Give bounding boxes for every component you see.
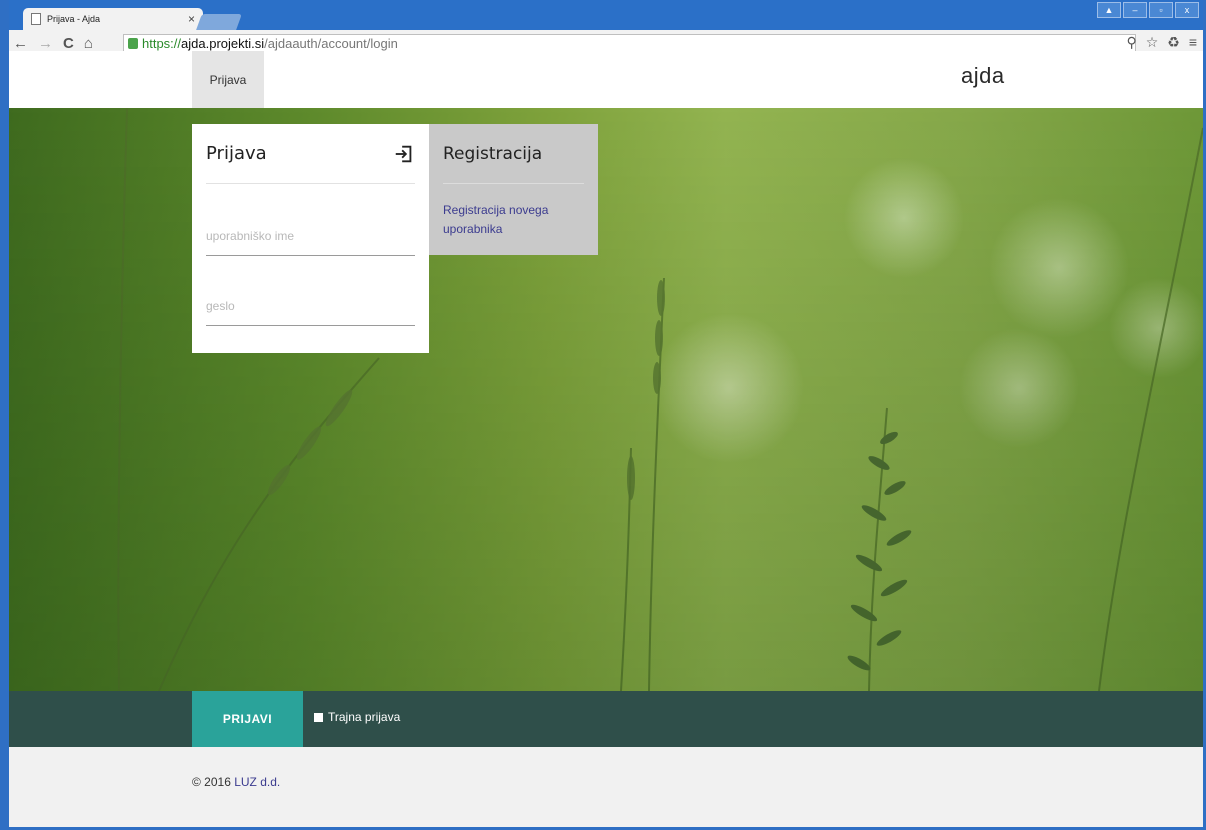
user-profile-icon[interactable]: ▲ bbox=[1097, 2, 1121, 18]
bookmark-star-icon[interactable]: ☆ bbox=[1146, 34, 1159, 51]
minimize-icon[interactable]: – bbox=[1123, 2, 1147, 18]
login-title: Prijava bbox=[206, 143, 267, 164]
brand-logo[interactable]: ajda bbox=[961, 63, 1005, 89]
password-input[interactable] bbox=[206, 299, 415, 313]
close-tab-icon[interactable]: × bbox=[188, 12, 195, 26]
browser-titlebar: Prijava - Ajda × ▲ – ▫ x bbox=[9, 0, 1203, 30]
register-card-header: Registracija bbox=[443, 124, 584, 184]
close-window-icon[interactable]: x bbox=[1175, 2, 1199, 18]
forward-icon[interactable]: → bbox=[38, 35, 53, 52]
home-icon[interactable]: ⌂ bbox=[84, 35, 93, 52]
address-bar[interactable]: https:// ajda.projekti.si /ajdaauth/acco… bbox=[123, 34, 1136, 52]
login-card-header: Prijava bbox=[206, 124, 415, 184]
username-input[interactable] bbox=[206, 229, 415, 243]
key-icon[interactable]: ⚲ bbox=[1126, 34, 1136, 51]
tab-title: Prijava - Ajda bbox=[47, 14, 101, 24]
browser-tab[interactable]: Prijava - Ajda × bbox=[23, 8, 203, 30]
action-bar: PRIJAVI Trajna prijava bbox=[9, 691, 1203, 747]
reload-icon[interactable]: C bbox=[63, 35, 74, 52]
toolbar-icons: ⚲ ☆ ♻ ≡ bbox=[1126, 34, 1197, 51]
register-title: Registracija bbox=[443, 143, 543, 164]
lock-icon bbox=[128, 37, 138, 49]
browser-window: Prijava - Ajda × ▲ – ▫ x ← → C ⌂ https:/… bbox=[0, 0, 1206, 830]
register-card: Registracija Registracija novega uporabn… bbox=[429, 124, 598, 255]
remember-me[interactable]: Trajna prijava bbox=[314, 710, 400, 724]
copyright-text: © 2016 bbox=[192, 775, 231, 789]
footer: © 2016 LUZ d.d. bbox=[9, 747, 1203, 827]
company-link[interactable]: LUZ d.d. bbox=[234, 775, 280, 789]
extension-icon[interactable]: ♻ bbox=[1167, 34, 1180, 51]
url-path: /ajdaauth/account/login bbox=[264, 35, 398, 51]
register-link[interactable]: Registracija novega uporabnika bbox=[443, 201, 584, 239]
login-icon bbox=[395, 145, 412, 162]
password-field bbox=[206, 282, 415, 326]
hero-background bbox=[9, 108, 1203, 691]
username-field bbox=[206, 212, 415, 256]
nav-tab-login[interactable]: Prijava bbox=[192, 51, 264, 108]
page-icon bbox=[31, 13, 41, 25]
nav-buttons: ← → C ⌂ bbox=[13, 35, 93, 52]
site-header: Prijava ajda bbox=[9, 51, 1203, 108]
login-card: Prijava bbox=[192, 124, 429, 353]
new-tab-button[interactable] bbox=[196, 14, 242, 30]
maximize-icon[interactable]: ▫ bbox=[1149, 2, 1173, 18]
footer-copyright: © 2016 LUZ d.d. bbox=[192, 775, 280, 789]
window-controls: ▲ – ▫ x bbox=[1097, 2, 1199, 18]
url-host: ajda.projekti.si bbox=[181, 35, 265, 51]
remember-checkbox[interactable] bbox=[314, 712, 323, 722]
remember-label: Trajna prijava bbox=[328, 710, 401, 724]
menu-icon[interactable]: ≡ bbox=[1189, 34, 1197, 51]
back-icon[interactable]: ← bbox=[13, 35, 28, 52]
hero-shade bbox=[9, 108, 1203, 691]
url-scheme: https:// bbox=[142, 35, 182, 51]
login-submit-button[interactable]: PRIJAVI bbox=[192, 691, 303, 747]
